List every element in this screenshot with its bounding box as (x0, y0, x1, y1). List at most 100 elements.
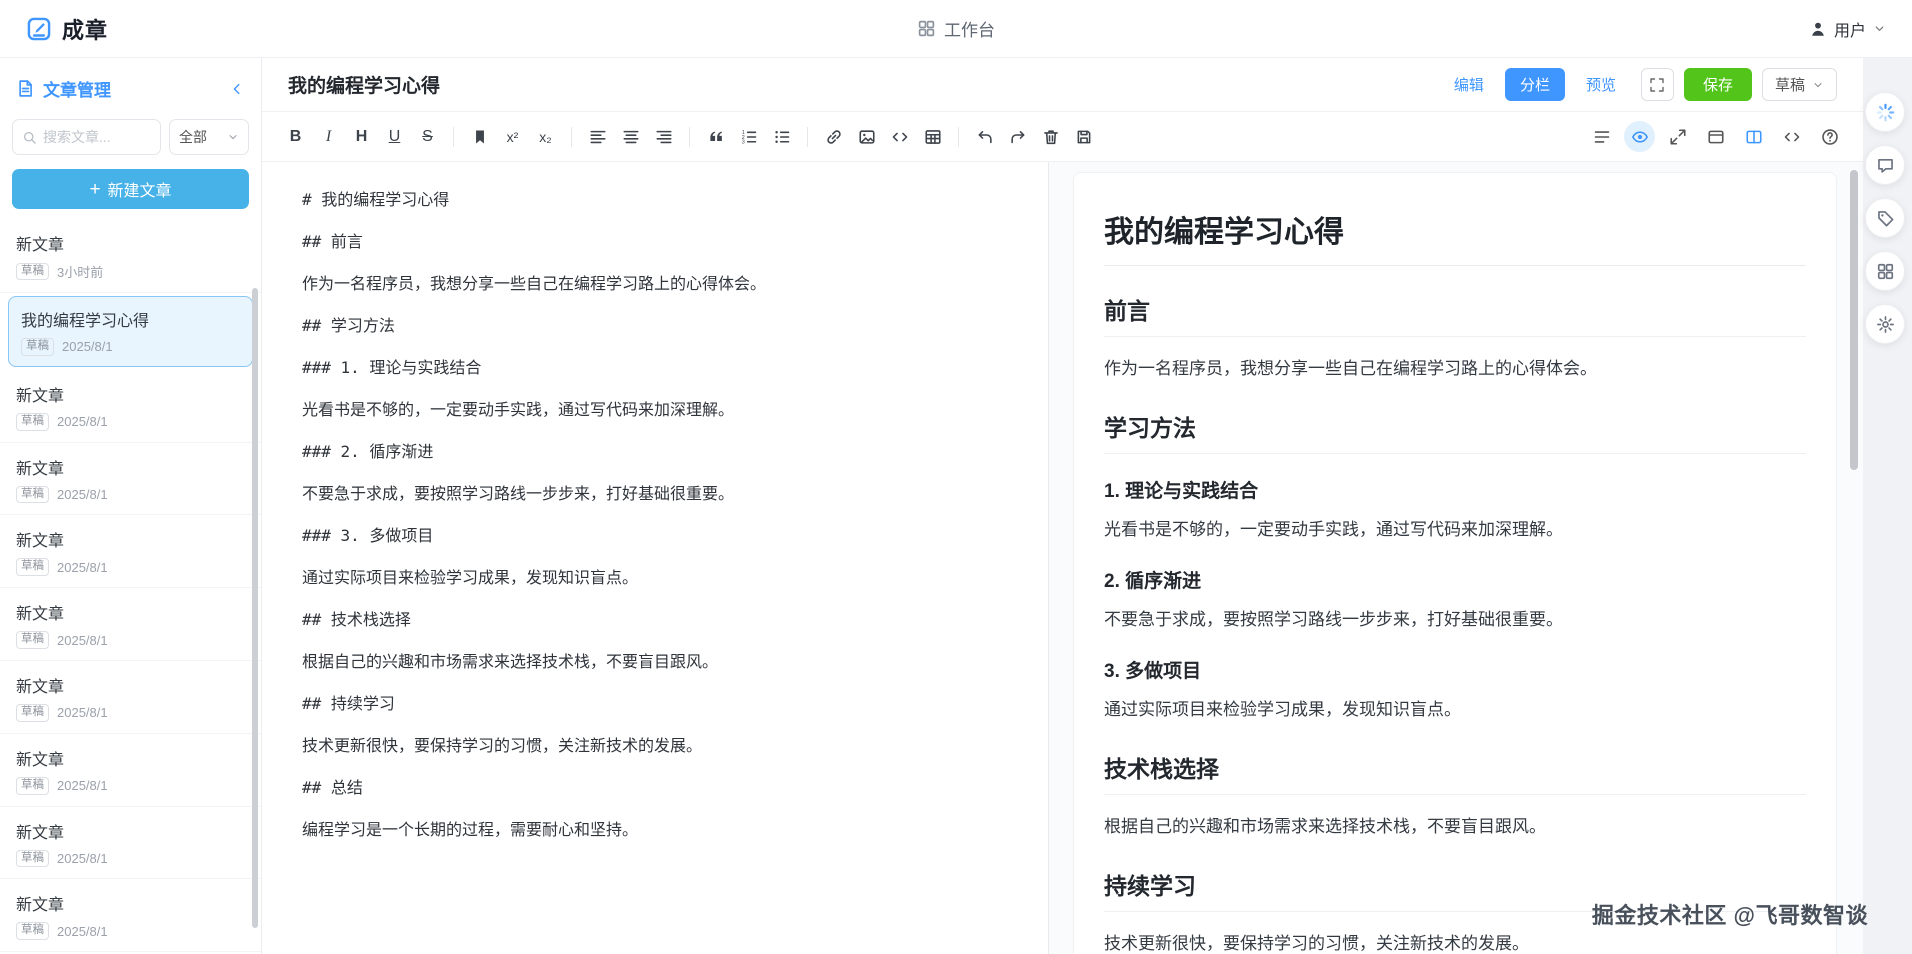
search-icon (22, 130, 37, 145)
source-code-button[interactable] (1776, 121, 1807, 152)
markdown-line[interactable]: # 我的编程学习心得 (302, 190, 1012, 209)
save-file-button[interactable] (1068, 121, 1099, 152)
comment-icon (1876, 156, 1895, 175)
markdown-line[interactable]: ### 2. 循序渐进 (302, 442, 1012, 461)
heading-button[interactable]: H (346, 121, 377, 152)
list-item[interactable]: 新文章草稿 2025/8/1 (0, 660, 261, 734)
quote-button[interactable] (700, 121, 731, 152)
markdown-line[interactable]: ### 3. 多做项目 (302, 526, 1012, 545)
document-icon (16, 79, 35, 98)
align-left-button[interactable] (582, 121, 613, 152)
heading-icon: H (355, 127, 368, 145)
markdown-line[interactable]: 作为一名程序员，我想分享一些自己在编程学习路上的心得体会。 (302, 274, 1012, 293)
status-badge: 草稿 (16, 922, 49, 941)
draft-status-button[interactable]: 草稿 (1761, 68, 1837, 101)
tag-button[interactable] (1865, 198, 1905, 238)
search-input[interactable] (43, 129, 151, 145)
align-right-button[interactable] (648, 121, 679, 152)
ordered-list-button[interactable]: 123 (733, 121, 764, 152)
strikethrough-icon: S (422, 127, 433, 145)
unordered-list-button[interactable] (766, 121, 797, 152)
filter-select[interactable]: 全部 (169, 119, 249, 155)
markdown-line[interactable]: ## 学习方法 (302, 316, 1012, 335)
markdown-line[interactable]: 技术更新很快，要保持学习的习惯，关注新技术的发展。 (302, 736, 1012, 755)
align-center-button[interactable] (615, 121, 646, 152)
markdown-line[interactable]: ## 前言 (302, 232, 1012, 251)
article-date: 2025/8/1 (57, 414, 108, 430)
list-item[interactable]: 新文章草稿 2025/8/1 (0, 806, 261, 880)
list-item[interactable]: 新文章草稿 2025/8/1 (0, 588, 261, 661)
bold-icon: B (289, 127, 302, 145)
list-item[interactable]: 新文章草稿 2025/8/1 (0, 879, 261, 953)
preview-h3: 3. 多做项目 (1104, 661, 1202, 683)
layout-columns-button[interactable] (1738, 121, 1769, 152)
preview-scrollbar[interactable] (1850, 170, 1858, 470)
markdown-line[interactable]: ### 1. 理论与实践结合 (302, 358, 1012, 377)
markdown-editor-pane[interactable]: # 我的编程学习心得 ## 前言作为一名程序员，我想分享一些自己在编程学习路上的心… (262, 162, 1049, 954)
article-meta: 草稿 2025/8/1 (16, 631, 245, 649)
sidebar-title: 文章管理 (43, 81, 111, 100)
outline-button[interactable] (1586, 121, 1617, 152)
spinner-button[interactable] (1865, 92, 1905, 132)
markdown-line[interactable]: 编程学习是一个长期的过程，需要耐心和坚持。 (302, 820, 1012, 839)
new-article-button[interactable]: + 新建文章 (12, 169, 249, 209)
redo-button[interactable] (1002, 121, 1033, 152)
eye-button[interactable] (1624, 121, 1655, 152)
italic-button[interactable]: I (313, 121, 344, 152)
help-button[interactable] (1814, 121, 1845, 152)
mode-split-button[interactable]: 分栏 (1504, 68, 1565, 101)
underline-button[interactable]: U (379, 121, 410, 152)
italic-icon: I (325, 127, 332, 145)
preview-h2: 前言 (1104, 292, 1806, 337)
fullscreen-button[interactable] (1640, 68, 1674, 101)
list-item[interactable]: 新文章草稿 2025/8/1 (0, 515, 261, 589)
markdown-line[interactable]: ## 持续学习 (302, 694, 1012, 713)
markdown-line[interactable]: 根据自己的兴趣和市场需求来选择技术栈，不要盲目跟风。 (302, 652, 1012, 671)
subscript-button[interactable]: x₂ (530, 121, 561, 152)
expand-arrows-button[interactable] (1662, 121, 1693, 152)
list-item[interactable]: 我的编程学习心得 草稿 2025/8/1 (8, 296, 253, 367)
collapse-sidebar-button[interactable] (229, 81, 245, 97)
mode-edit-button[interactable]: 编辑 (1439, 68, 1499, 101)
workbench-link[interactable]: 工作台 (917, 16, 995, 41)
comment-button[interactable] (1865, 145, 1905, 185)
markdown-line[interactable]: 通过实际项目来检验学习成果，发现知识盲点。 (302, 568, 1012, 587)
sidebar-scrollbar[interactable] (252, 288, 258, 928)
status-badge: 草稿 (16, 485, 49, 504)
floating-toolbar (1863, 92, 1907, 344)
apps-button[interactable] (1865, 251, 1905, 291)
layout-single-icon (1707, 128, 1725, 146)
link-button[interactable] (818, 121, 849, 152)
strikethrough-button[interactable]: S (412, 121, 443, 152)
bookmark-button[interactable] (464, 121, 495, 152)
code-button[interactable] (884, 121, 915, 152)
mode-preview-button[interactable]: 预览 (1571, 68, 1631, 101)
bold-button[interactable]: B (280, 121, 311, 152)
image-button[interactable] (851, 121, 882, 152)
watermark: 掘金技术社区 @飞哥数智谈 (1591, 903, 1868, 928)
new-article-label: 新建文章 (107, 183, 172, 200)
markdown-line[interactable]: 光看书是不够的，一定要动手实践，通过写代码来加深理解。 (302, 400, 1012, 419)
trash-button[interactable] (1035, 121, 1066, 152)
list-item[interactable]: 新文章草稿 2025/8/1 (0, 442, 261, 516)
source-code-icon (1783, 128, 1801, 146)
user-menu[interactable]: 用户 (1809, 17, 1886, 41)
markdown-line[interactable]: 不要急于求成，要按照学习路线一步步来，打好基础很重要。 (302, 484, 1012, 503)
superscript-button[interactable]: x² (497, 121, 528, 152)
table-button[interactable] (917, 121, 948, 152)
logo-icon (26, 16, 52, 42)
list-item[interactable]: 新文章草稿 2025/8/1 (0, 733, 261, 807)
status-badge: 草稿 (16, 262, 49, 281)
undo-button[interactable] (969, 121, 1000, 152)
apps-icon (1876, 262, 1895, 281)
align-left-icon (589, 128, 607, 146)
markdown-line[interactable]: ## 技术栈选择 (302, 610, 1012, 629)
save-button[interactable]: 保存 (1683, 68, 1752, 101)
list-item[interactable]: 新文章 草稿 3小时前 (0, 219, 261, 293)
gear-button[interactable] (1865, 304, 1905, 344)
article-title: 新文章 (16, 897, 65, 915)
markdown-line[interactable]: ## 总结 (302, 778, 1012, 797)
unordered-list-icon (773, 128, 791, 146)
layout-single-button[interactable] (1700, 121, 1731, 152)
list-item[interactable]: 新文章草稿 2025/8/1 (0, 369, 261, 443)
